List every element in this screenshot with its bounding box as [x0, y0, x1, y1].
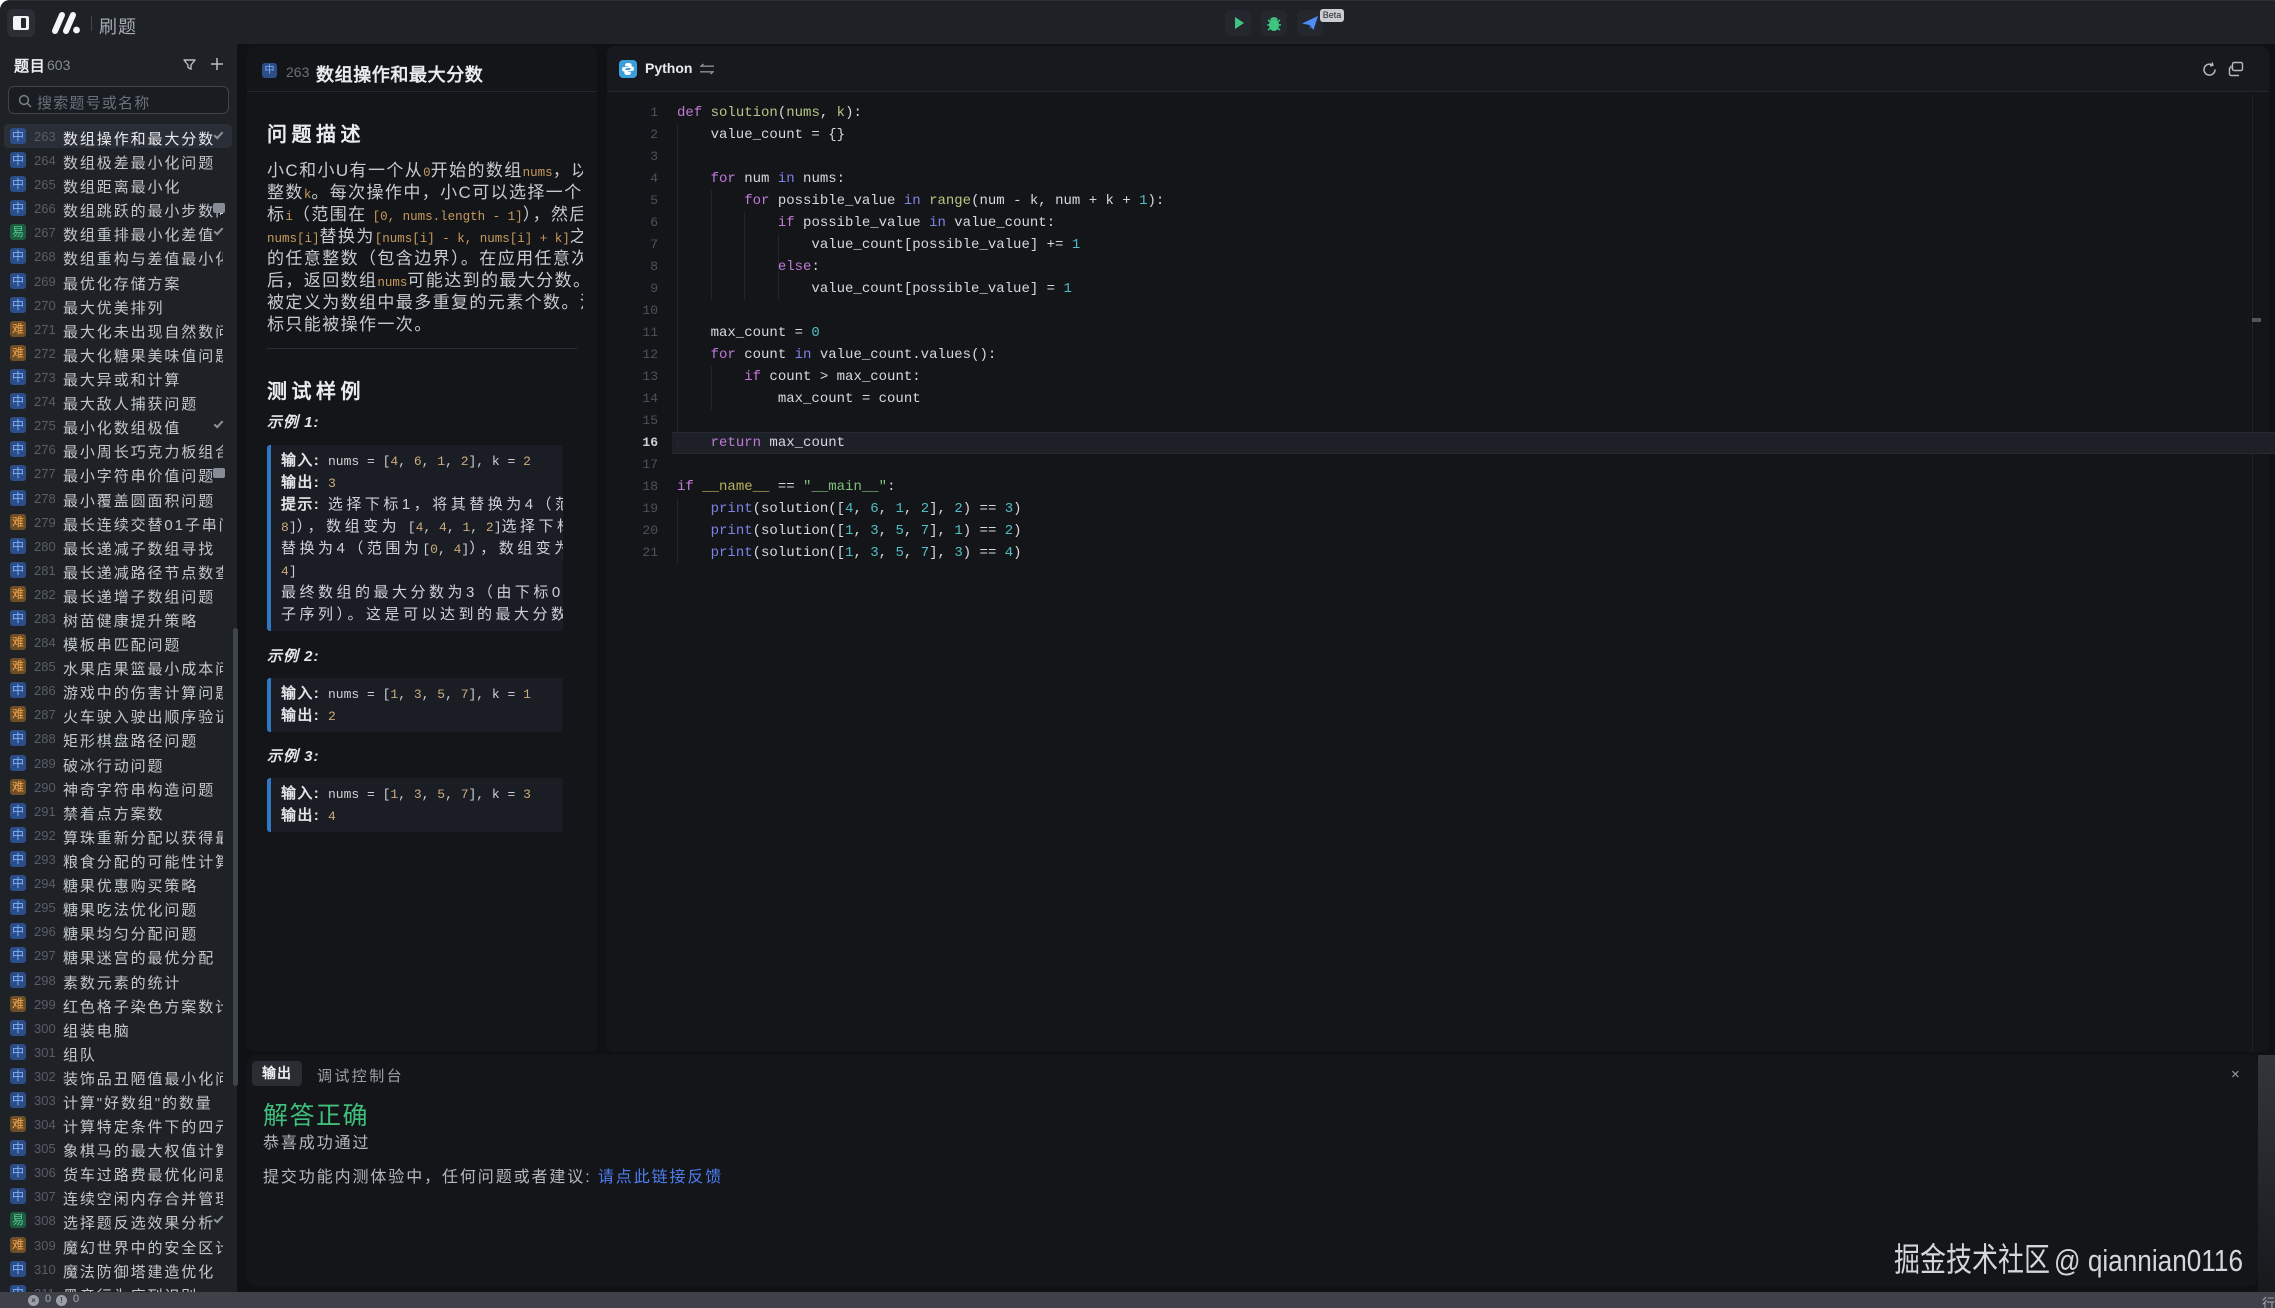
svg-text:@ qiannian0116: @ qiannian0116: [2054, 1243, 2243, 1278]
svg-text:掘金技术社区: 掘金技术社区: [1894, 1241, 2050, 1278]
